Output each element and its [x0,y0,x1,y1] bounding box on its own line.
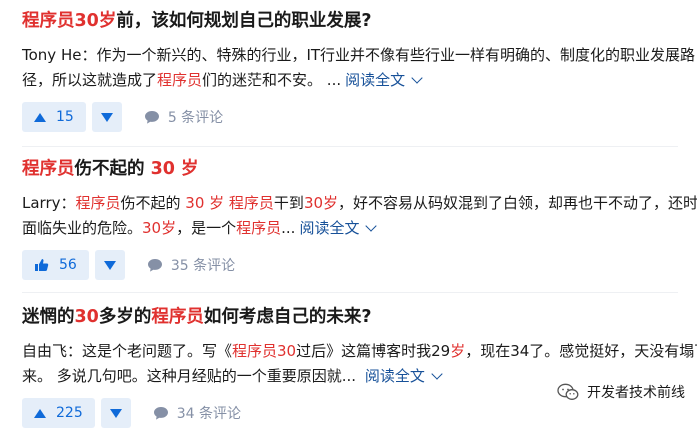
answer-excerpt: Tony He：作为一个新兴的、特殊的行业，IT行业并不像有些行业一样有明确的、… [22,43,695,93]
excerpt-segment: ，好不容易从码奴混到了白领，却再也干不动了，还时时 [338,194,697,212]
chevron-down-icon [431,368,443,380]
excerpt-segment: 30岁 [142,219,177,237]
title-segment: 30 [74,307,99,327]
excerpt-segment: 伤不起的 [120,194,186,212]
read-more-label: 阅读全文 [299,219,360,237]
answer-title[interactable]: 程序员30岁前，该如何规划自己的职业发展? [22,8,678,34]
comments-button[interactable]: 35 条评论 [147,255,235,275]
excerpt-segment: 径，所以这就造成了 [22,71,158,89]
excerpt-segment: 程序员 [75,194,121,212]
excerpt-line: 自由飞：这是个老问题了。写《程序员30过后》这篇博客时我29岁，现在34了。感觉… [22,339,697,364]
divider [22,292,678,293]
answer-actions: 56 35 条评论 [22,250,678,280]
excerpt-segment: 来。 多说几句吧。这种月经贴的一个重要原因就... [22,367,361,385]
excerpt-segment: ... [281,219,296,237]
read-more-link[interactable]: 阅读全文 [364,367,443,385]
comments-button[interactable]: 34 条评论 [153,403,241,423]
title-segment: 伤不起的 [74,159,151,179]
chevron-down-icon [411,72,423,84]
answer-card: 程序员伤不起的 30 岁 Larry：程序员伤不起的 30 岁 程序员干到30岁… [22,156,697,280]
watermark: 开发者技术前线 [557,382,685,402]
excerpt-segment: 面临失业的危险。 [22,219,143,237]
comment-bubble-icon [153,406,169,421]
read-more-label: 阅读全文 [364,367,425,385]
answer-actions: 15 5 条评论 [22,102,678,132]
excerpt-segment: 自由飞：这是个老问题了。写《 [22,342,233,360]
comment-bubble-icon [147,258,163,273]
comment-bubble-icon [144,110,160,125]
vote-count: 56 [59,257,77,273]
title-segment: 迷惘的 [22,307,75,327]
downvote-button[interactable] [91,102,122,132]
excerpt-segment: 30岁 [303,194,339,212]
answer-actions: 225 34 条评论 [22,398,678,428]
triangle-down-icon [103,260,116,270]
title-segment: 程序员 [151,307,204,327]
title-segment: 30 岁 [150,159,199,179]
vote-count: 225 [56,405,83,421]
upvote-button[interactable]: 56 [22,250,89,280]
vote-count: 15 [56,109,74,125]
comment-count: 34 条评论 [176,406,241,422]
answer-card: 程序员30岁前，该如何规划自己的职业发展? Tony He：作为一个新兴的、特殊… [22,8,695,132]
excerpt-segment: Larry： [22,194,76,212]
downvote-button[interactable] [100,398,131,428]
answer-title[interactable]: 程序员伤不起的 30 岁 [22,156,678,182]
excerpt-segment: 干到 [273,194,304,212]
triangle-down-icon [100,112,113,122]
answer-title[interactable]: 迷惘的30多岁的程序员如何考虑自己的未来? [22,304,678,330]
answer-excerpt: Larry：程序员伤不起的 30 岁 程序员干到30岁，好不容易从码奴混到了白领… [22,191,697,241]
excerpt-segment: 程序员 [236,219,282,237]
read-more-link[interactable]: 阅读全文 [345,71,423,89]
excerpt-segment: 程序员 [157,71,203,89]
excerpt-line: Tony He：作为一个新兴的、特殊的行业，IT行业并不像有些行业一样有明确的、… [22,43,695,68]
read-more-label: 阅读全文 [345,71,406,89]
title-segment: 程序员30岁 [22,11,117,31]
thumbs-up-icon [34,258,49,272]
excerpt-segment: 30 岁 程序员 [185,194,274,212]
chevron-down-icon [365,220,378,232]
excerpt-segment: ，是一个 [176,219,237,237]
divider [22,146,678,147]
excerpt-segment: 岁 [450,342,466,360]
title-segment: 程序员 [22,159,75,179]
upvote-button[interactable]: 225 [22,398,95,428]
excerpt-segment: 过后》这篇博客时我29 [296,342,451,360]
excerpt-segment: 程序员30 [232,342,297,360]
title-segment: 多岁的 [98,307,152,327]
wechat-icon [557,383,579,401]
read-more-link[interactable]: 阅读全文 [299,219,378,237]
watermark-text: 开发者技术前线 [587,385,685,401]
comments-button[interactable]: 5 条评论 [144,107,223,127]
upvote-button[interactable]: 15 [22,102,86,132]
comment-count: 35 条评论 [170,258,236,274]
excerpt-segment: 们的迷茫和不安。 ... [202,71,342,89]
excerpt-segment: Tony He：作为一个新兴的、特殊的行业，IT行业并不像有些行业一样有明确的、… [22,46,696,64]
comment-count: 5 条评论 [167,110,224,126]
excerpt-line: 径，所以这就造成了程序员们的迷茫和不安。 ... 阅读全文 [22,68,672,93]
excerpt-line: Larry：程序员伤不起的 30 岁 程序员干到30岁，好不容易从码奴混到了白领… [22,191,697,216]
title-segment: 前，该如何规划自己的职业发展? [116,11,372,31]
excerpt-segment: ，现在34了。感觉挺好，天没有塌下 [465,342,697,360]
answer-card: 迷惘的30多岁的程序员如何考虑自己的未来? 自由飞：这是个老问题了。写《程序员3… [22,304,697,428]
title-segment: 如何考虑自己的未来? [203,307,372,327]
triangle-down-icon [109,408,122,418]
triangle-up-icon [34,112,46,122]
triangle-up-icon [34,408,46,418]
excerpt-line: 面临失业的危险。30岁，是一个程序员... 阅读全文 [22,216,672,241]
downvote-button[interactable] [94,250,125,280]
